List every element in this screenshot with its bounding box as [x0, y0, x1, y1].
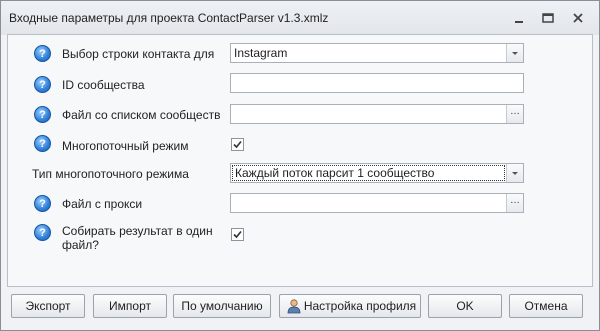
dialog-window: Входные параметры для проекта ContactPar…	[0, 0, 600, 331]
help-icon[interactable]: ?	[34, 224, 51, 241]
title-bar: Входные параметры для проекта ContactPar…	[1, 1, 599, 35]
contact-row-label: Выбор строки контакта для	[62, 47, 215, 61]
help-icon[interactable]: ?	[34, 45, 51, 62]
proxy-file-input[interactable]: …	[230, 193, 524, 213]
help-icon[interactable]: ?	[34, 76, 51, 93]
restore-icon[interactable]	[540, 10, 556, 26]
multithread-label: Многопоточный режим	[62, 139, 189, 153]
chevron-down-icon[interactable]	[506, 44, 523, 62]
communities-file-input[interactable]: …	[230, 104, 524, 124]
community-id-input[interactable]	[230, 73, 524, 93]
checkmark-icon	[233, 140, 242, 149]
checkmark-icon	[233, 230, 242, 239]
multithread-type-combobox[interactable]: Каждый поток парсит 1 сообщество	[230, 163, 524, 183]
export-button[interactable]: Экспорт	[11, 294, 85, 318]
help-icon[interactable]: ?	[34, 106, 51, 123]
single-file-checkbox[interactable]	[231, 228, 244, 241]
help-icon[interactable]: ?	[34, 135, 51, 152]
chevron-down-icon[interactable]	[506, 164, 523, 182]
parameters-panel: ? Выбор строки контакта для Instagram ? …	[7, 34, 593, 287]
contact-row-value: Instagram	[234, 46, 288, 60]
multithread-type-value: Каждый поток парсит 1 сообщество	[232, 165, 505, 181]
profile-settings-button[interactable]: Настройка профиля	[279, 294, 421, 318]
single-file-label: Собирать результат в один файл?	[62, 224, 213, 252]
defaults-button[interactable]: По умолчанию	[173, 294, 271, 318]
ok-button[interactable]: OK	[428, 294, 502, 318]
import-button[interactable]: Импорт	[93, 294, 167, 318]
multithread-type-label: Тип многопоточного режима	[32, 167, 189, 181]
help-icon[interactable]: ?	[34, 195, 51, 212]
community-id-label: ID сообщества	[62, 78, 145, 92]
user-icon	[286, 298, 302, 314]
contact-row-combobox[interactable]: Instagram	[230, 43, 524, 63]
multithread-checkbox[interactable]	[231, 138, 244, 151]
cancel-button[interactable]: Отмена	[509, 294, 583, 318]
communities-file-label: Файл со списком сообществ	[62, 108, 221, 122]
minimize-icon[interactable]	[511, 10, 527, 26]
window-title: Входные параметры для проекта ContactPar…	[9, 11, 329, 25]
close-icon[interactable]	[570, 10, 586, 26]
browse-button[interactable]: …	[506, 194, 523, 212]
proxy-file-label: Файл с прокси	[62, 197, 143, 211]
browse-button[interactable]: …	[506, 105, 523, 123]
